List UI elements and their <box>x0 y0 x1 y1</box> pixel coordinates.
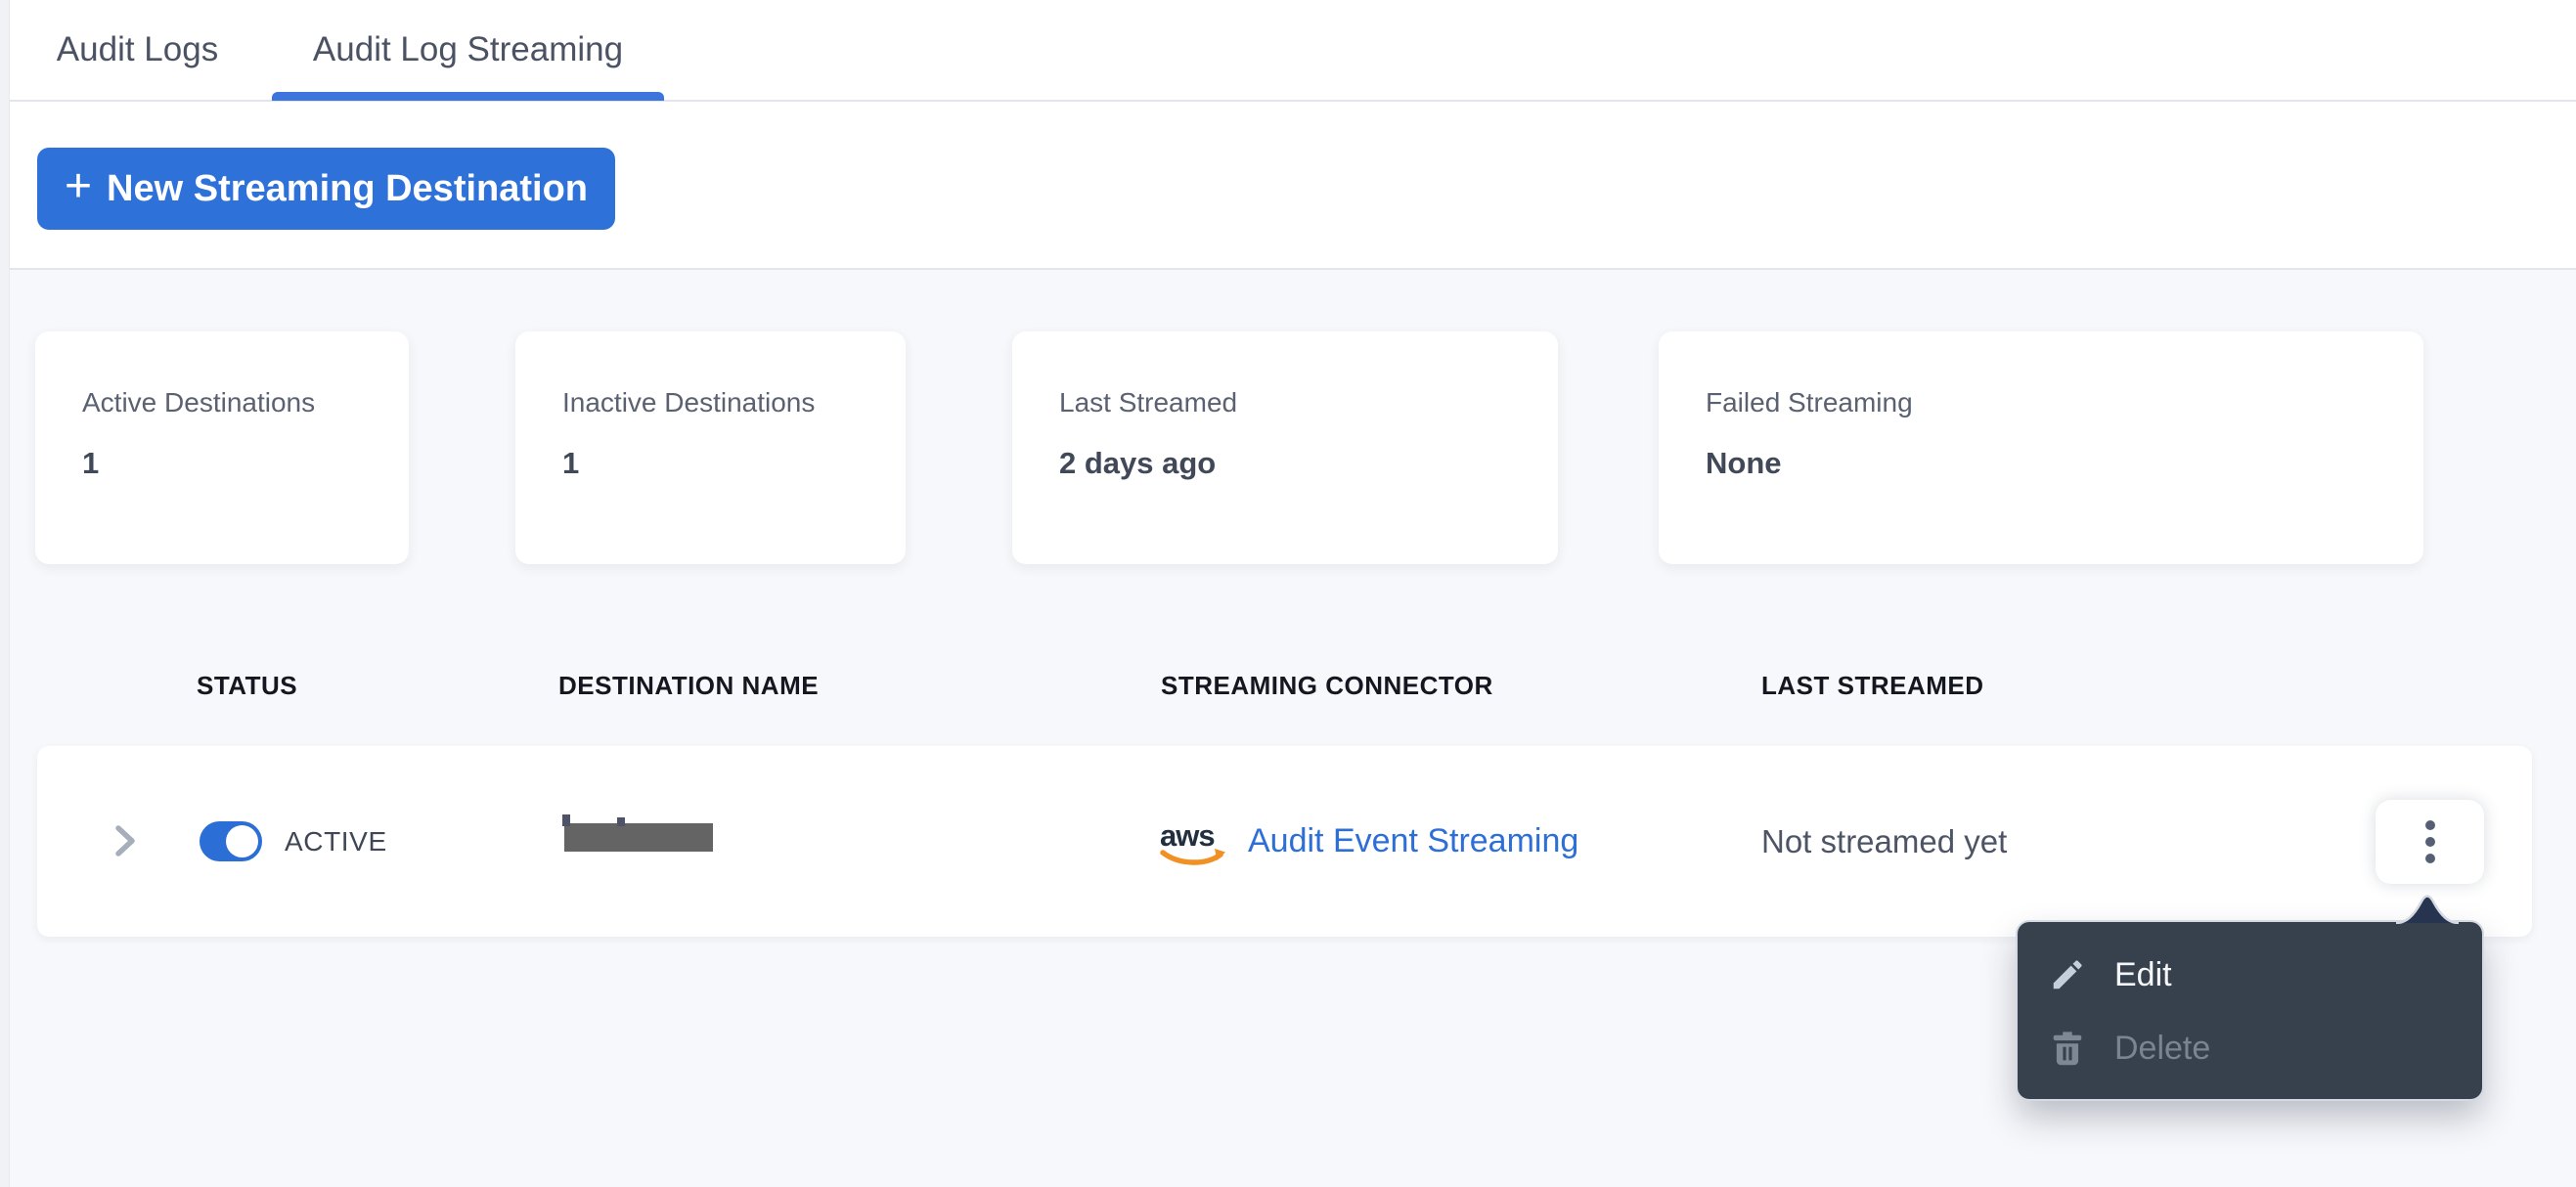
audit-log-streaming-page: Audit Logs Audit Log Streaming + New Str… <box>0 0 2576 1187</box>
pencil-icon <box>2053 960 2082 989</box>
chevron-right-icon <box>115 825 135 857</box>
menu-item-label: Edit <box>2114 955 2172 993</box>
stat-value: 2 days ago <box>1059 446 1217 480</box>
stat-label: Last Streamed <box>1059 387 1238 418</box>
column-header-streaming-connector: STREAMING CONNECTOR <box>1161 671 1493 700</box>
left-edge-gutter <box>0 0 10 1187</box>
stat-card-active-destinations: Active Destinations 1 <box>35 331 409 564</box>
status-badge: ACTIVE <box>285 825 387 857</box>
aws-logo-icon: aws <box>1160 818 1225 865</box>
stat-label: Failed Streaming <box>1706 387 1913 418</box>
stat-label: Active Destinations <box>82 387 316 418</box>
trash-icon <box>2053 1032 2082 1066</box>
kebab-dot <box>2424 854 2435 863</box>
stat-value: 1 <box>82 446 100 480</box>
redaction-artifact <box>617 817 625 826</box>
new-streaming-destination-button[interactable]: + New Streaming Destination <box>37 148 616 230</box>
destination-name-redacted <box>564 823 713 852</box>
table-row: ACTIVE aws Audit Event Streaming Not str… <box>37 746 2532 937</box>
table-header-row: STATUS DESTINATION NAME STREAMING CONNEC… <box>0 671 2576 710</box>
last-streamed-value: Not streamed yet <box>1761 822 2008 859</box>
tab-audit-log-streaming-label: Audit Log Streaming <box>312 30 624 68</box>
column-header-destination-name: DESTINATION NAME <box>558 671 820 700</box>
status-toggle[interactable] <box>200 821 262 861</box>
tab-audit-log-streaming[interactable]: Audit Log Streaming <box>272 0 664 101</box>
redaction-artifact <box>562 814 570 826</box>
stat-label: Inactive Destinations <box>562 387 816 418</box>
menu-item-delete[interactable]: Delete <box>2018 1021 2482 1076</box>
kebab-dot <box>2424 820 2435 830</box>
new-streaming-destination-label: New Streaming Destination <box>107 167 589 209</box>
tab-audit-logs[interactable]: Audit Logs <box>27 0 247 100</box>
toggle-knob <box>226 825 258 857</box>
plus-icon: + <box>65 160 93 212</box>
row-actions-kebab-button[interactable] <box>2376 800 2484 884</box>
stat-card-failed-streaming: Failed Streaming None <box>1659 331 2423 564</box>
menu-item-label: Delete <box>2114 1029 2211 1067</box>
page-header: Audit Logs Audit Log Streaming + New Str… <box>0 0 2576 270</box>
column-header-status: STATUS <box>197 671 298 700</box>
stat-value: None <box>1706 446 1782 480</box>
tab-bar: Audit Logs Audit Log Streaming <box>0 0 2576 102</box>
stat-card-last-streamed: Last Streamed 2 days ago <box>1012 331 1558 564</box>
menu-item-edit[interactable]: Edit <box>2018 947 2482 1002</box>
stat-value: 1 <box>562 446 580 480</box>
tab-audit-logs-label: Audit Logs <box>56 30 219 68</box>
connector-link[interactable]: Audit Event Streaming <box>1248 746 1578 937</box>
expand-row-button[interactable] <box>102 817 149 864</box>
svg-text:aws: aws <box>1160 818 1215 853</box>
row-actions-menu: Edit Delete <box>2018 922 2482 1099</box>
column-header-last-streamed: LAST STREAMED <box>1761 671 1984 700</box>
active-tab-underline <box>272 92 664 101</box>
popover-beak <box>2396 895 2459 924</box>
stat-card-inactive-destinations: Inactive Destinations 1 <box>515 331 906 564</box>
kebab-dot <box>2424 837 2435 847</box>
